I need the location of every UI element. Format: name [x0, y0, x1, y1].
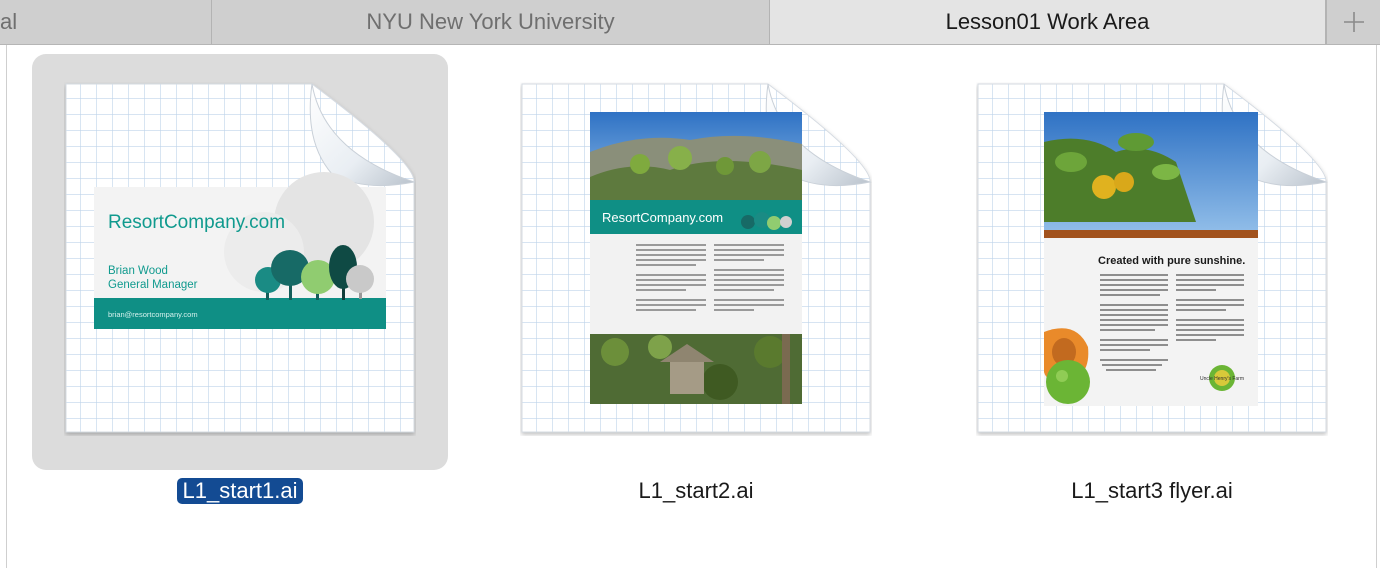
file-name-text: L1_start1.ai: [176, 478, 304, 504]
plus-icon: [1343, 12, 1364, 32]
file-name-l1-start1[interactable]: L1_start1.ai: [64, 476, 416, 506]
card-role: General Manager: [108, 279, 198, 291]
file-name-text: L1_start2.ai: [638, 478, 754, 503]
card-brand: ResortCompany.com: [108, 212, 285, 233]
file-name-text: L1_start3 flyer.ai: [1071, 478, 1233, 503]
card-person: Brian Wood: [108, 265, 168, 277]
file-icon-l1-start3-flyer[interactable]: Created with pure sunshine. Uncle Henry'…: [976, 82, 1328, 436]
divider: [6, 45, 7, 568]
card-email: brian@resortcompany.com: [108, 310, 198, 319]
tab-label: al: [0, 9, 18, 34]
tab-bar: al NYU New York University Lesson01 Work…: [0, 0, 1380, 45]
file-name-l1-start3-flyer[interactable]: L1_start3 flyer.ai: [976, 476, 1328, 506]
tab-label: NYU New York University: [366, 9, 615, 34]
tab-previous[interactable]: al: [0, 0, 212, 44]
file-icon-l1-start2[interactable]: ResortCompany.com: [520, 82, 872, 436]
brochure-brand: ResortCompany.com: [602, 210, 723, 225]
add-tab-button[interactable]: [1326, 0, 1380, 44]
divider: [1376, 45, 1377, 568]
flyer-badge: Uncle Henry's Farm: [1200, 376, 1244, 382]
file-name-l1-start2[interactable]: L1_start2.ai: [520, 476, 872, 506]
tab-label: Lesson01 Work Area: [945, 9, 1150, 34]
tab-lesson01-work-area[interactable]: Lesson01 Work Area: [770, 0, 1326, 44]
tab-nyu[interactable]: NYU New York University: [212, 0, 770, 44]
flyer-headline: Created with pure sunshine.: [1098, 255, 1245, 267]
file-icon-l1-start1[interactable]: ResortCompany.com Brian Wood General Man…: [64, 82, 416, 436]
